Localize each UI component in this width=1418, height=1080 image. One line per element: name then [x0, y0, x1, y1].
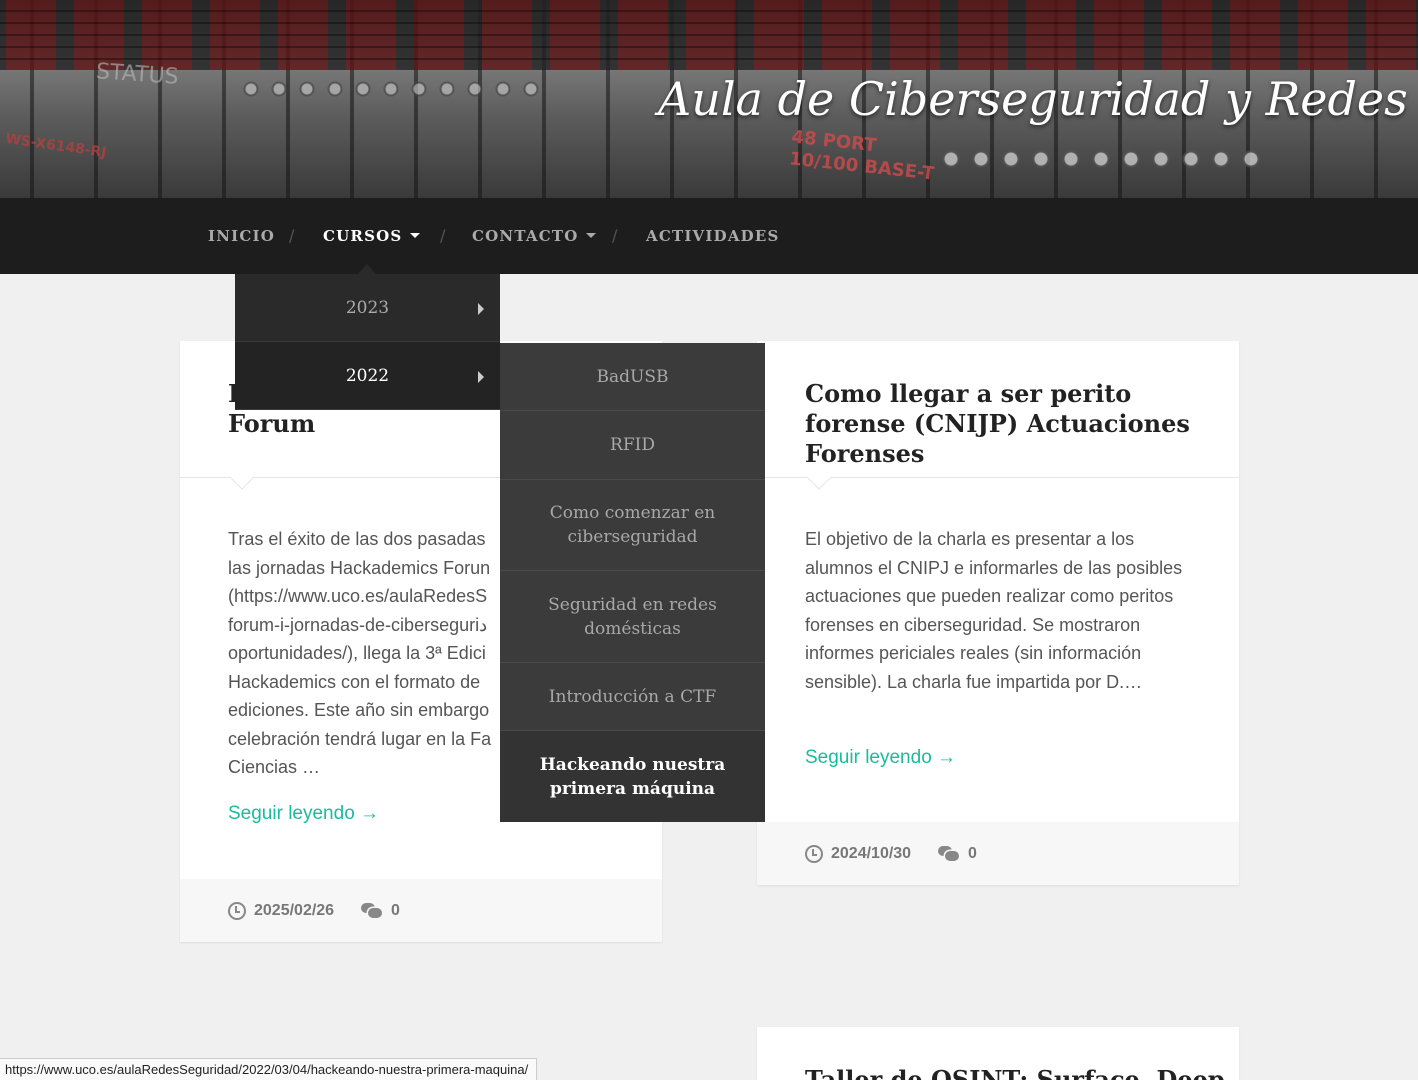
submenu-item-badusb[interactable]: BadUSB: [500, 343, 765, 411]
dropdown-item-2023[interactable]: 2023: [235, 274, 500, 342]
post-card: Taller de OSINT: Surface, Deep: [757, 1027, 1239, 1080]
comments-icon: [938, 846, 960, 862]
submenu-item-como-comenzar[interactable]: Como comenzar en ciberseguridad: [500, 480, 765, 571]
submenu-item-label: Seguridad en redes domésticas: [548, 594, 717, 639]
chevron-right-icon: [478, 371, 484, 383]
submenu-item-label: RFID: [610, 435, 655, 455]
banner-leds-decoration-right: [940, 148, 1270, 170]
nav-separator: /: [440, 226, 446, 245]
submenu-2022: BadUSB RFID Como comenzar en ciberseguri…: [500, 343, 765, 822]
post-card: Como llegar a ser perito forense (CNIJP)…: [757, 341, 1239, 885]
nav-item-contacto[interactable]: CONTACTO: [472, 198, 597, 274]
clock-icon: [805, 845, 823, 863]
submenu-item-label: Introducción a CTF: [548, 686, 717, 707]
cursos-dropdown: 2023 2022: [235, 274, 500, 410]
submenu-item-hackeando[interactable]: Hackeando nuestra primera máquina: [500, 731, 765, 822]
post-date[interactable]: 2024/10/30: [805, 844, 911, 864]
post-date-text[interactable]: 2025/02/26: [254, 901, 334, 921]
comments-icon: [361, 903, 383, 919]
dropdown-item-label: 2022: [345, 365, 390, 386]
nav-separator: /: [612, 226, 618, 245]
nav-separator: /: [289, 226, 295, 245]
nav-item-label: INICIO: [208, 227, 275, 245]
browser-status-bar: https://www.uco.es/aulaRedesSeguridad/20…: [0, 1058, 538, 1080]
dropdown-item-2022[interactable]: 2022: [235, 342, 500, 410]
header-banner: STATUS WS-X6148-RJ 48 PORT 10/100 BASE-T…: [0, 0, 1418, 198]
nav-item-label: CONTACTO: [472, 227, 579, 245]
chevron-down-icon: [586, 233, 597, 238]
submenu-item-ctf[interactable]: Introducción a CTF: [500, 663, 765, 731]
post-comments-count[interactable]: 0: [968, 844, 977, 864]
submenu-item-label: Como comenzar en ciberseguridad: [549, 503, 716, 547]
post-comments[interactable]: 0: [938, 844, 977, 864]
post-date[interactable]: 2025/02/26: [228, 901, 334, 921]
nav-item-cursos[interactable]: CURSOS: [323, 198, 421, 274]
post-meta-footer: 2025/02/26 0: [180, 879, 662, 942]
post-title[interactable]: Taller de OSINT: Surface, Deep: [805, 1065, 1225, 1080]
dropdown-pointer: [358, 264, 376, 274]
read-more-link[interactable]: Seguir leyendo →: [805, 747, 956, 769]
post-comments-count[interactable]: 0: [391, 901, 400, 921]
nav-item-label: CURSOS: [323, 227, 403, 245]
post-date-text[interactable]: 2024/10/30: [831, 844, 911, 864]
submenu-item-seguridad-redes[interactable]: Seguridad en redes domésticas: [500, 571, 765, 663]
banner-leds-decoration: [240, 78, 540, 100]
submenu-item-label: Hackeando nuestra primera máquina: [539, 754, 726, 799]
post-meta-footer: 2024/10/30 0: [757, 822, 1239, 885]
banner-model-label: WS-X6148-RJ: [4, 130, 108, 162]
banner-ports-shading: [0, 0, 1418, 70]
post-excerpt: El objetivo de la charla es presentar a …: [805, 529, 1183, 692]
main-navigation: INICIO / CURSOS / CONTACTO / ACTIVIDADES: [0, 198, 1418, 274]
clock-icon: [228, 902, 246, 920]
post-comments[interactable]: 0: [361, 901, 400, 921]
nav-item-actividades[interactable]: ACTIVIDADES: [646, 198, 780, 274]
banner-status-label: STATUS: [95, 59, 180, 90]
chevron-down-icon: [410, 233, 421, 238]
dropdown-item-label: 2023: [345, 297, 390, 318]
submenu-item-label: BadUSB: [596, 366, 669, 387]
divider-notch: [229, 464, 255, 490]
read-more-link[interactable]: Seguir leyendo →: [228, 803, 379, 825]
nav-item-label: ACTIVIDADES: [646, 227, 780, 245]
banner-port-label: 48 PORT 10/100 BASE-T: [788, 127, 937, 186]
post-title[interactable]: Como llegar a ser perito forense (CNIJP)…: [805, 379, 1205, 469]
submenu-item-rfid[interactable]: RFID: [500, 411, 765, 480]
site-title[interactable]: Aula de Ciberseguridad y Redes: [658, 72, 1408, 126]
chevron-right-icon: [478, 303, 484, 315]
nav-item-inicio[interactable]: INICIO: [208, 198, 275, 274]
